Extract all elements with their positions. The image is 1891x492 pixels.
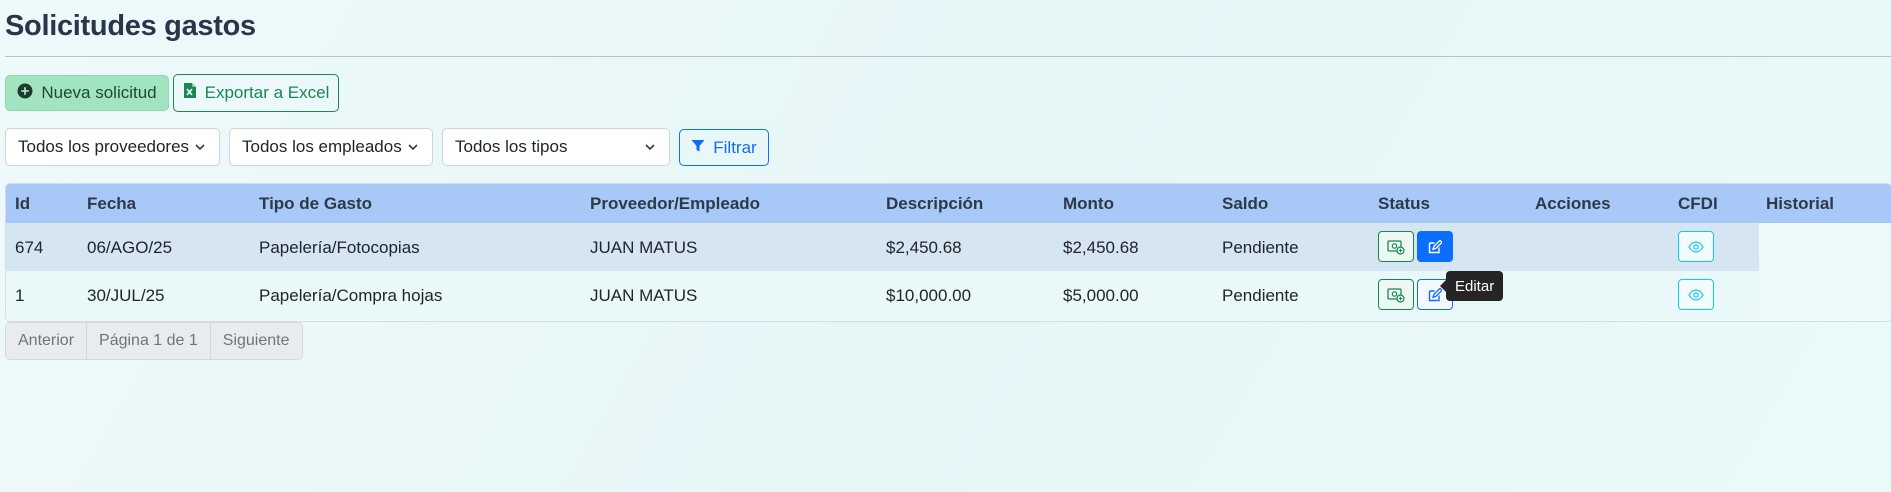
type-select-value: Todos los tipos — [455, 137, 568, 156]
view-cfdi-button[interactable] — [1678, 231, 1714, 262]
payment-button[interactable] — [1378, 279, 1414, 310]
filter-label: Filtrar — [713, 137, 757, 157]
export-excel-button[interactable]: Exportar a Excel — [173, 74, 339, 112]
employee-select[interactable]: Todos los empleados — [229, 128, 433, 166]
col-id[interactable]: Id — [15, 194, 30, 214]
table-row[interactable]: 674 06/AGO/25 Papelería/Fotocopias JUAN … — [6, 223, 1759, 271]
cell-id: 674 — [15, 238, 44, 257]
next-page-button[interactable]: Siguiente — [210, 323, 302, 359]
title-divider — [5, 56, 1891, 57]
expenses-table: Id Fecha Tipo de Gasto Proveedor/Emplead… — [5, 183, 1891, 322]
view-cfdi-button[interactable] — [1678, 279, 1714, 310]
export-excel-label: Exportar a Excel — [204, 83, 330, 102]
edit-button[interactable] — [1417, 231, 1453, 262]
edit-tooltip: Editar — [1439, 271, 1504, 301]
col-acciones[interactable]: Acciones — [1535, 194, 1611, 214]
cell-monto: $5,000.00 — [1063, 286, 1139, 305]
excel-file-icon — [183, 82, 197, 104]
payment-button[interactable] — [1378, 231, 1414, 262]
chevron-down-icon — [408, 144, 418, 151]
cell-saldo: Pendiente — [1222, 238, 1299, 257]
page-indicator: Página 1 de 1 — [87, 323, 211, 359]
cell-descripcion: $10,000.00 — [886, 286, 972, 305]
new-request-button[interactable]: Nueva solicitud — [5, 75, 169, 111]
cell-proveedor: JUAN MATUS — [590, 286, 698, 305]
col-status[interactable]: Status — [1378, 194, 1430, 214]
chevron-down-icon — [645, 144, 655, 151]
col-descripcion[interactable]: Descripción — [886, 194, 983, 214]
provider-select[interactable]: Todos los proveedores — [5, 128, 220, 166]
cell-monto: $2,450.68 — [1063, 238, 1139, 257]
prev-page-button[interactable]: Anterior — [6, 323, 88, 359]
cell-fecha: 30/JUL/25 — [87, 286, 165, 305]
money-icon — [1387, 287, 1405, 303]
plus-circle-icon — [17, 83, 33, 104]
eye-icon — [1688, 240, 1704, 253]
filter-button[interactable]: Filtrar — [679, 129, 769, 166]
col-tipo[interactable]: Tipo de Gasto — [259, 194, 372, 214]
cell-proveedor: JUAN MATUS — [590, 238, 698, 257]
employee-select-value: Todos los empleados — [242, 137, 402, 156]
type-select[interactable]: Todos los tipos — [442, 128, 670, 166]
cell-tipo: Papelería/Fotocopias — [259, 238, 420, 257]
cell-id: 1 — [15, 286, 25, 305]
page-title: Solicitudes gastos — [5, 10, 256, 42]
provider-select-value: Todos los proveedores — [18, 137, 190, 156]
col-fecha[interactable]: Fecha — [87, 194, 136, 214]
col-saldo[interactable]: Saldo — [1222, 194, 1268, 214]
new-request-label: Nueva solicitud — [41, 83, 157, 102]
funnel-icon — [691, 138, 705, 158]
cell-tipo: Papelería/Compra hojas — [259, 286, 443, 305]
col-proveedor[interactable]: Proveedor/Empleado — [590, 194, 760, 214]
col-historial[interactable]: Historial — [1766, 194, 1834, 214]
cell-fecha: 06/AGO/25 — [87, 238, 173, 257]
table-header: Id Fecha Tipo de Gasto Proveedor/Emplead… — [6, 184, 1891, 223]
pagination: Anterior Página 1 de 1 Siguiente — [5, 322, 303, 360]
cell-descripcion: $2,450.68 — [886, 238, 962, 257]
chevron-down-icon — [195, 144, 205, 151]
edit-icon — [1428, 239, 1442, 253]
col-monto[interactable]: Monto — [1063, 194, 1114, 214]
col-cfdi[interactable]: CFDI — [1678, 194, 1718, 214]
eye-icon — [1688, 288, 1704, 301]
money-icon — [1387, 239, 1405, 255]
cell-saldo: Pendiente — [1222, 286, 1299, 305]
